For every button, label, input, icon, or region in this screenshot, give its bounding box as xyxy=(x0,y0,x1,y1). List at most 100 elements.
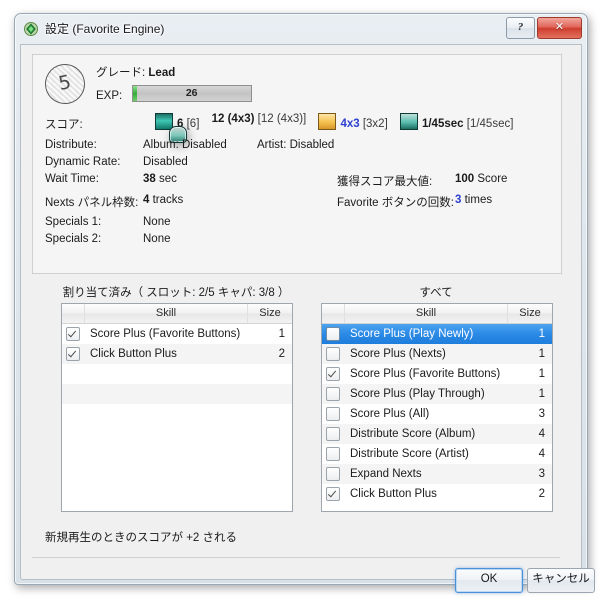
all-row-2-checkbox[interactable] xyxy=(322,367,344,381)
table-row[interactable]: Distribute Score (Album) 4 xyxy=(322,424,552,444)
all-row-8-checkbox[interactable] xyxy=(322,487,344,501)
assigned-header-size[interactable]: Size xyxy=(248,304,292,323)
stat-row-specials-2: Specials 2: None xyxy=(45,233,557,250)
score-bracket-0: [6] xyxy=(186,118,200,130)
stat-key-max-score: 獲得スコア最大値: xyxy=(337,176,433,188)
grade-line: グレード: Lead xyxy=(96,64,175,80)
checkbox-icon xyxy=(326,407,340,421)
title-bar[interactable]: 設定 (Favorite Engine) ? ✕ xyxy=(15,14,587,44)
score-items: 6 [6] 12 (4x3) [12 (4x3)] 4x3 [3x2] 1/45… xyxy=(155,113,522,143)
all-skills-list[interactable]: Skill Size Score Plus (Play Newly) 1 Sco… xyxy=(321,303,553,512)
all-row-5-skill: Distribute Score (Album) xyxy=(350,428,476,440)
score-item-2: 4x3 [3x2] xyxy=(318,113,388,130)
all-row-7-skill: Expand Nexts xyxy=(350,468,422,480)
all-row-6-checkbox[interactable] xyxy=(322,447,344,461)
assigned-row-0-checkbox[interactable] xyxy=(62,327,84,341)
assigned-skills-list[interactable]: Skill Size Score Plus (Favorite Buttons)… xyxy=(61,303,293,512)
all-list-header: Skill Size xyxy=(322,304,552,324)
stat-row-nexts-panel: Nexts パネル枠数: 4 tracks Favorite ボタンの回数: 3… xyxy=(45,194,557,216)
all-header-size[interactable]: Size xyxy=(508,304,552,323)
stat-value-specials-2: None xyxy=(143,233,171,245)
star-icon xyxy=(318,113,337,130)
footer-divider xyxy=(32,557,560,558)
stat-key-specials-2: Specials 2: xyxy=(45,233,102,245)
stat-value-distribute-artist: Artist: Disabled xyxy=(257,139,335,151)
all-row-0-checkbox[interactable] xyxy=(322,327,344,341)
stat-value-favorite-count: 3 times xyxy=(455,194,493,206)
all-row-3-checkbox[interactable] xyxy=(322,387,344,401)
assigned-header-check xyxy=(62,304,85,323)
checkbox-icon xyxy=(326,447,340,461)
score-bracket-1: [12 (4x3)] xyxy=(257,113,307,125)
empty-row[interactable] xyxy=(62,364,292,384)
assigned-row-1-checkbox[interactable] xyxy=(62,347,84,361)
swap-icon xyxy=(399,113,418,130)
window-title-main: 設定 xyxy=(45,22,70,36)
checkbox-icon xyxy=(326,487,340,501)
stat-value-max-score: 100 Score xyxy=(455,173,508,185)
table-row[interactable]: Score Plus (Play Through) 1 xyxy=(322,384,552,404)
score-value-3: 1/45sec xyxy=(421,118,464,130)
score-value-2: 4x3 xyxy=(340,118,360,130)
assigned-row-0-size: 1 xyxy=(278,328,285,340)
score-item-3: 1/45sec [1/45sec] xyxy=(399,113,514,130)
stat-value-dynamic-rate: Disabled xyxy=(143,156,188,168)
assigned-panel-title: 割り当て済み（ スロット: 2/5 キャパ: 3/8 ） xyxy=(62,287,290,299)
all-row-2-size: 1 xyxy=(538,368,545,380)
help-button[interactable]: ? xyxy=(506,17,535,39)
table-row[interactable]: Distribute Score (Artist) 4 xyxy=(322,444,552,464)
all-row-1-checkbox[interactable] xyxy=(322,347,344,361)
all-row-4-checkbox[interactable] xyxy=(322,407,344,421)
table-row[interactable]: Expand Nexts 3 xyxy=(322,464,552,484)
checkbox-icon xyxy=(326,367,340,381)
table-row[interactable]: Score Plus (All) 3 xyxy=(322,404,552,424)
table-row[interactable]: Click Button Plus 2 xyxy=(322,484,552,504)
checkbox-icon xyxy=(326,327,340,341)
stat-value-distribute-album: Album: Disabled xyxy=(143,139,227,151)
screen: 設定 (Favorite Engine) ? ✕ 5 グレード: Lead EX… xyxy=(0,0,600,605)
grade-badge-icon: 5 xyxy=(41,60,89,108)
all-header-skill[interactable]: Skill xyxy=(345,304,508,323)
all-row-6-size: 4 xyxy=(538,448,545,460)
all-row-7-checkbox[interactable] xyxy=(322,467,344,481)
assigned-row-1-skill: Click Button Plus xyxy=(90,348,177,360)
window-title-sub: (Favorite Engine) xyxy=(72,22,165,36)
ok-button[interactable]: OK xyxy=(455,568,523,593)
all-row-0-size: 1 xyxy=(538,328,545,340)
score-bracket-2: [3x2] xyxy=(362,118,388,130)
cancel-button[interactable]: キャンセル xyxy=(527,568,595,593)
all-header-check xyxy=(322,304,345,323)
assigned-header-skill[interactable]: Skill xyxy=(85,304,248,323)
close-button[interactable]: ✕ xyxy=(537,17,582,39)
checkbox-icon xyxy=(326,347,340,361)
all-row-8-size: 2 xyxy=(538,488,545,500)
table-row[interactable]: Click Button Plus 2 xyxy=(62,344,292,364)
table-row[interactable]: Score Plus (Favorite Buttons) 1 xyxy=(62,324,292,344)
exp-progress-bar: 26 xyxy=(131,85,252,102)
score-bracket-3: [1/45sec] xyxy=(466,118,514,130)
stat-row-wait-time: Wait Time: 38 sec 獲得スコア最大値: 100 Score xyxy=(45,173,557,194)
stat-row-specials-1: Specials 1: None xyxy=(45,216,557,233)
checkbox-icon xyxy=(326,467,340,481)
score-value-1: 12 (4x3) xyxy=(211,113,255,125)
all-row-6-skill: Distribute Score (Artist) xyxy=(350,448,469,460)
all-row-0-skill: Score Plus (Play Newly) xyxy=(350,328,474,340)
score-row: スコア: 6 [6] 12 (4x3) [12 (4x3)] 4x3 [3x2] xyxy=(45,113,557,143)
stat-key-specials-1: Specials 1: xyxy=(45,216,102,228)
checkbox-icon xyxy=(66,347,80,361)
checkbox-icon xyxy=(66,327,80,341)
all-row-5-checkbox[interactable] xyxy=(322,427,344,441)
stat-key-distribute: Distribute: xyxy=(45,139,97,151)
table-row[interactable]: Score Plus (Play Newly) 1 xyxy=(322,324,552,344)
all-row-3-size: 1 xyxy=(538,388,545,400)
table-row[interactable]: Score Plus (Favorite Buttons) 1 xyxy=(322,364,552,384)
stat-row-dynamic-rate: Dynamic Rate: Disabled xyxy=(45,156,557,173)
table-row[interactable]: Score Plus (Nexts) 1 xyxy=(322,344,552,364)
settings-dialog-window: 設定 (Favorite Engine) ? ✕ 5 グレード: Lead EX… xyxy=(14,13,595,593)
assigned-row-0-skill: Score Plus (Favorite Buttons) xyxy=(90,328,241,340)
exp-value: 26 xyxy=(185,87,198,99)
score-label: スコア: xyxy=(45,119,83,131)
window-title: 設定 (Favorite Engine) xyxy=(45,20,164,37)
checkbox-icon xyxy=(326,427,340,441)
empty-row[interactable] xyxy=(62,384,292,404)
